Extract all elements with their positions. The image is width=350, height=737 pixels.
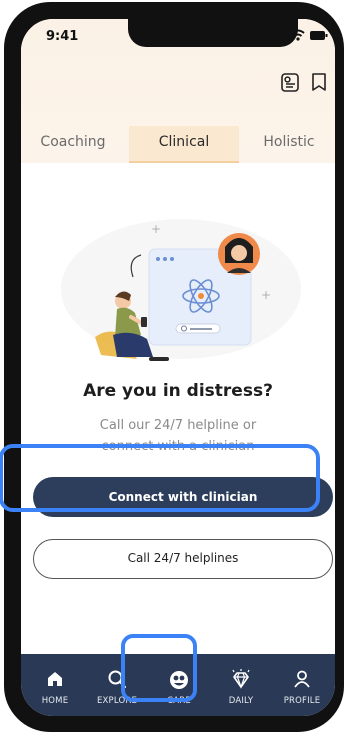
clinician-illustration: + + + (21, 209, 335, 389)
primary-button-highlight (0, 444, 320, 512)
nav-profile-label: PROFILE (283, 696, 321, 706)
distress-subtitle-line1: Call our 24/7 helpline or (99, 418, 257, 433)
distress-title: Are you in distress? (83, 381, 273, 401)
clinician-avatar (218, 233, 260, 275)
tab-coaching[interactable]: Coaching (21, 126, 125, 163)
diamond-icon (232, 669, 250, 689)
app-screen: 9:41 Coaching Clinical Holistic + + Are … (21, 19, 335, 716)
battery-icon (310, 31, 328, 40)
bookmark-icon[interactable] (309, 71, 329, 97)
profile-icon (294, 670, 310, 688)
nav-daily-label: DAILY (228, 696, 254, 706)
tab-holistic[interactable]: Holistic (243, 126, 335, 163)
nav-home[interactable]: HOME (24, 654, 86, 716)
nav-daily[interactable]: DAILY (210, 654, 272, 716)
device-notch (128, 19, 298, 47)
tab-clinical[interactable]: Clinical (129, 126, 239, 163)
phone-frame: 9:41 Coaching Clinical Holistic + + Are … (4, 2, 344, 732)
svg-text:+: + (151, 222, 161, 236)
care-tab-highlight (121, 634, 197, 702)
nav-profile[interactable]: PROFILE (271, 654, 333, 716)
home-icon (48, 672, 62, 686)
care-tabs: Coaching Clinical Holistic (21, 126, 335, 163)
nav-home-label: HOME (41, 696, 69, 706)
status-time: 9:41 (46, 29, 79, 44)
journal-icon[interactable] (279, 71, 301, 97)
call-helplines-button[interactable]: Call 24/7 helplines (33, 539, 333, 579)
svg-text:+: + (261, 288, 271, 302)
